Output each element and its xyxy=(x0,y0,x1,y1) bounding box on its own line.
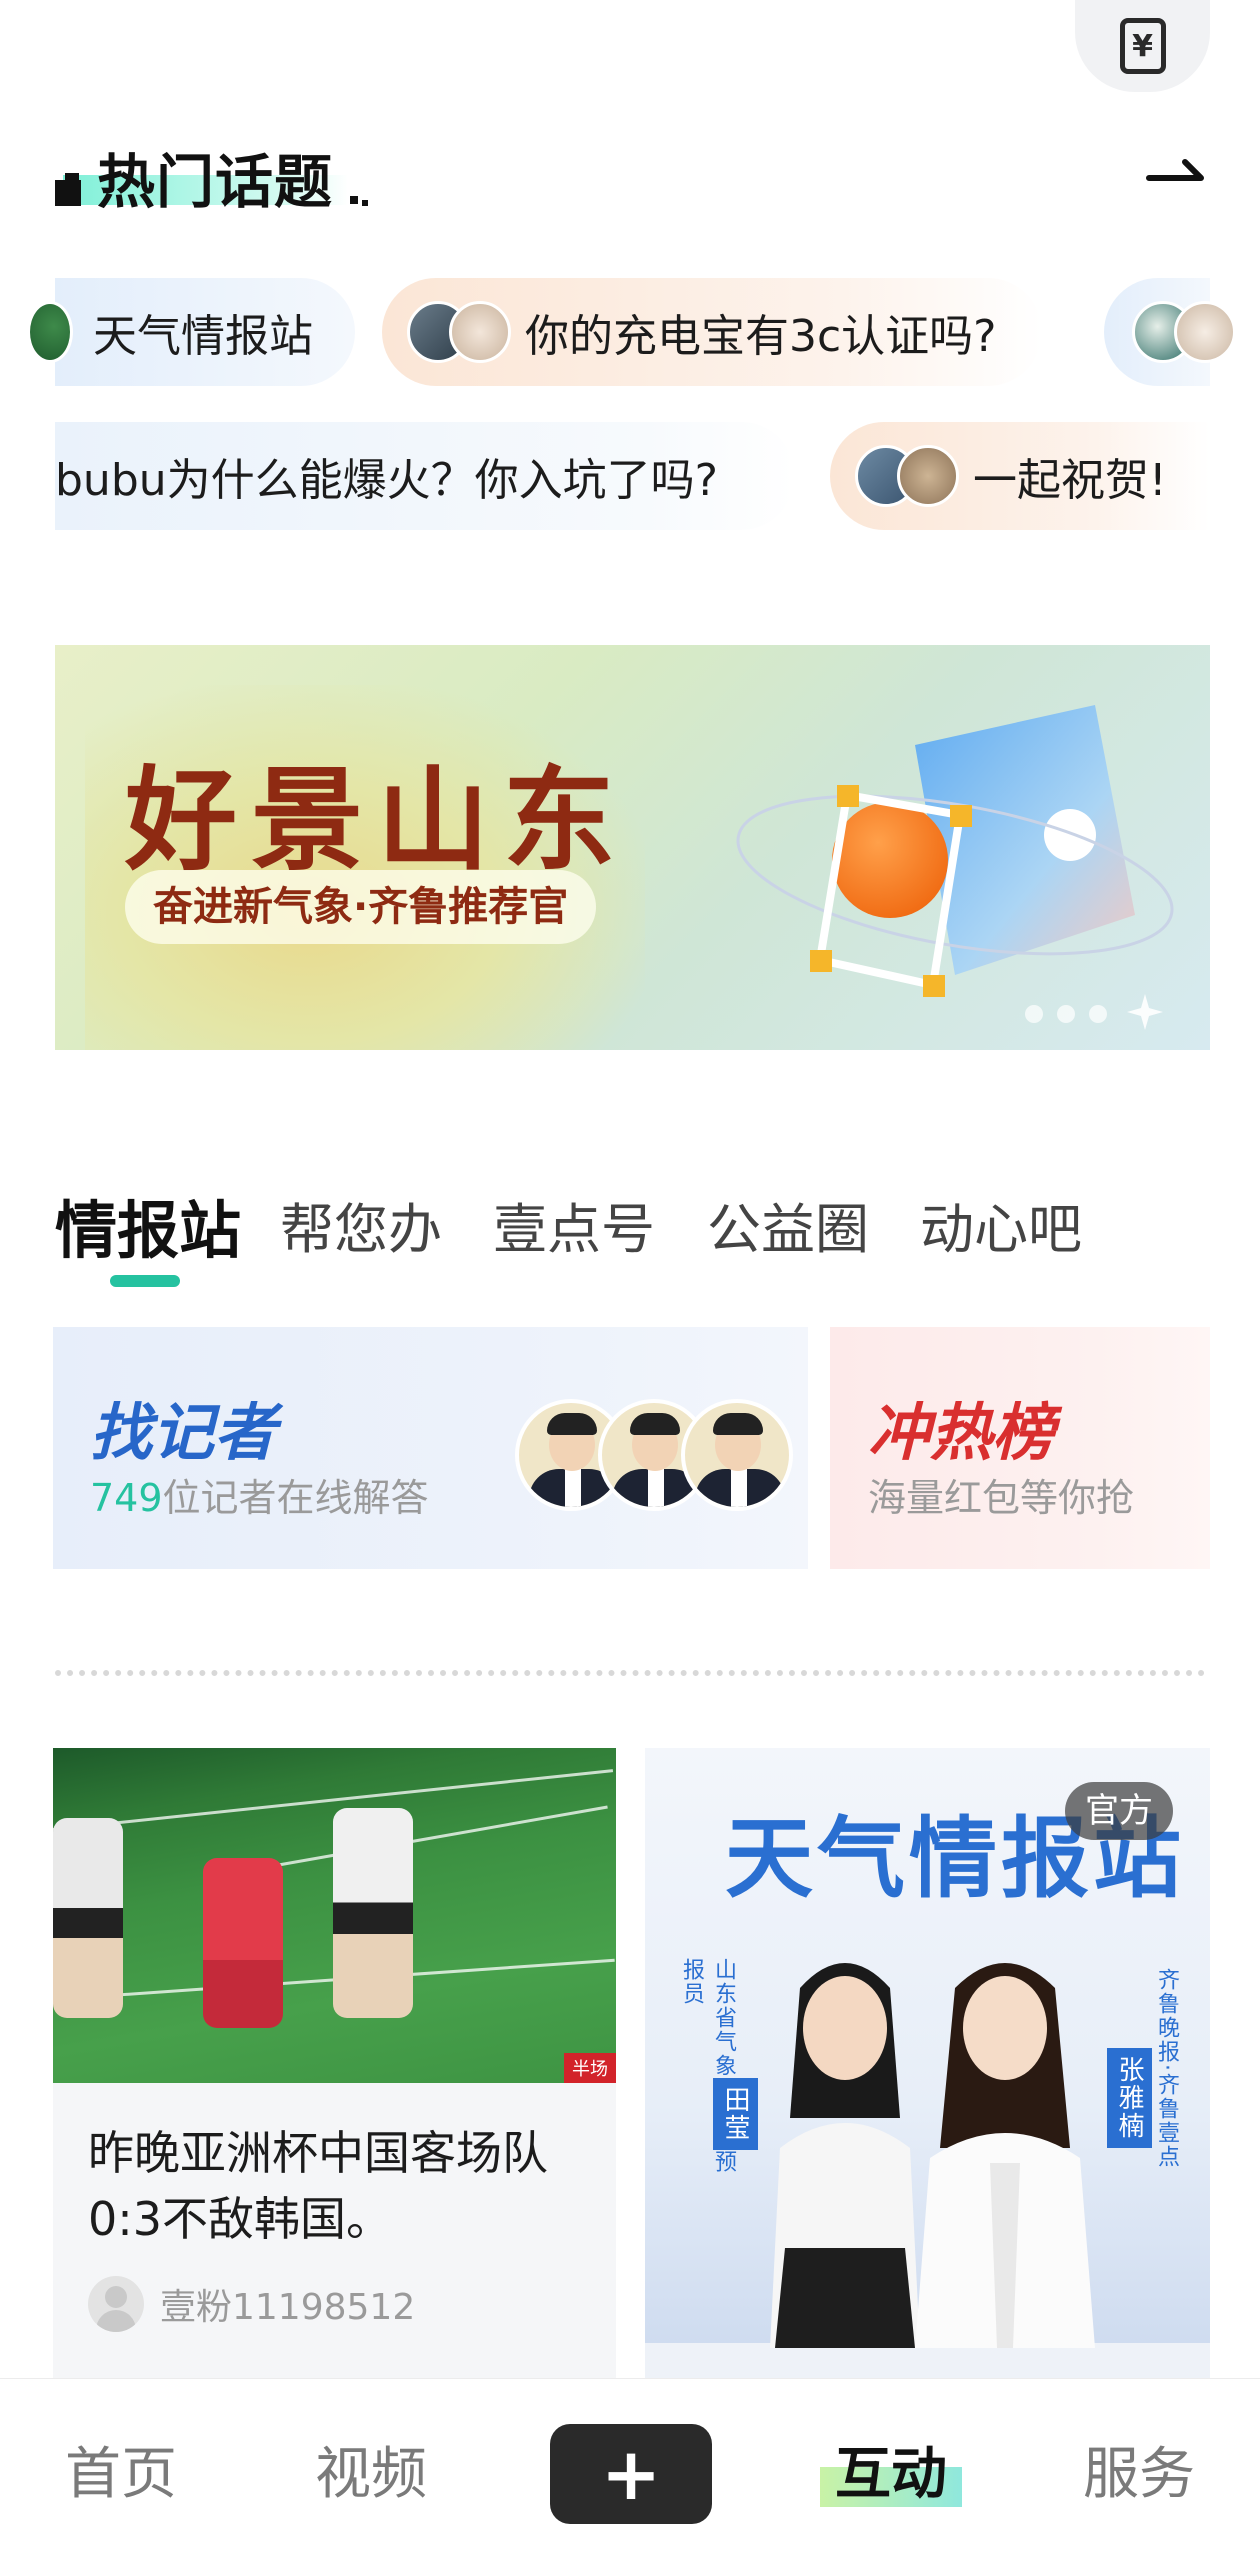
sparkle-icon xyxy=(1127,994,1163,1030)
title-pixel-decoration xyxy=(350,196,358,204)
banner-pagination xyxy=(1025,1005,1107,1023)
nav-video[interactable]: 视频 xyxy=(315,2429,427,2510)
topic-pill-power-bank[interactable]: 你的充电宝有3c认证吗? xyxy=(382,278,1042,386)
pagination-dot xyxy=(1057,1005,1075,1023)
author-name: 壹粉11198512 xyxy=(160,2287,416,2328)
yuan-wallet-icon: ¥ xyxy=(1119,18,1166,74)
dotted-divider xyxy=(55,1670,1205,1676)
reporter-count-label: 位记者在线解答 xyxy=(162,1476,429,1520)
promo-banner[interactable]: 好景山东 奋进新气象·齐鲁推荐官 xyxy=(55,645,1210,1050)
avatar xyxy=(27,301,73,363)
avatar xyxy=(1174,301,1236,363)
pagination-dot xyxy=(1089,1005,1107,1023)
feed-author: 壹粉11198512 xyxy=(88,2276,415,2332)
pagination-dot xyxy=(1025,1005,1043,1023)
nav-service[interactable]: 服务 xyxy=(1083,2429,1195,2510)
hot-topics-header: 热门话题 xyxy=(55,130,385,220)
tab-help-you[interactable]: 帮您办 xyxy=(280,1185,442,1264)
active-tab-indicator xyxy=(110,1275,180,1287)
reporter-avatar xyxy=(681,1399,793,1511)
topic-label: 天气情报站 xyxy=(93,311,313,362)
tab-intel-station[interactable]: 情报站 xyxy=(55,1180,241,1270)
poster-caption: 齐鲁晚报·齐鲁壹点 xyxy=(1154,1968,1179,2169)
card-title: 找记者 xyxy=(90,1396,277,1469)
feed-card[interactable]: 天气情报站 官方 山东省气象台首席预报员 田莹 齐鲁晚报·齐鲁壹点 张雅楠 xyxy=(645,1748,1210,2388)
tab-yidian-account[interactable]: 壹点号 xyxy=(493,1185,655,1264)
card-subtitle: 海量红包等你抢 xyxy=(868,1476,1135,1520)
hot-ranking-card[interactable]: 冲热榜 海量红包等你抢 xyxy=(830,1327,1210,1569)
banner-subtitle: 奋进新气象·齐鲁推荐官 xyxy=(125,870,597,944)
banner-title: 好景山东 xyxy=(125,755,629,886)
nav-home[interactable]: 首页 xyxy=(65,2429,177,2510)
title-pixel-decoration xyxy=(362,200,368,206)
topic-label: 你的充电宝有3c认证吗? xyxy=(525,311,997,362)
avatar xyxy=(449,301,511,363)
image-tag: 半场 xyxy=(564,2053,616,2083)
poster-caption: 山东省气象台首席预报员 xyxy=(679,1958,736,2174)
topic-pill-partial[interactable] xyxy=(1104,278,1236,386)
nav-interact[interactable]: 互动 xyxy=(835,2429,947,2510)
card-title: 冲热榜 xyxy=(868,1396,1055,1469)
presenter-figure xyxy=(915,1963,1095,2348)
official-badge: 官方 xyxy=(1065,1782,1173,1840)
topic-label: bubu为什么能爆火？你入坑了吗? xyxy=(55,455,718,506)
avatar xyxy=(897,445,959,507)
weather-station-poster: 天气情报站 官方 山东省气象台首席预报员 田莹 齐鲁晚报·齐鲁壹点 张雅楠 xyxy=(645,1748,1210,2348)
feed-card[interactable]: 半场 昨晚亚洲杯中国客场队 0:3不敌韩国。 壹粉11198512 xyxy=(53,1748,616,2388)
bottom-navigation: 首页 视频 + 互动 服务 xyxy=(0,2378,1260,2556)
reporter-count: 749 xyxy=(90,1476,163,1520)
presenter-name: 张雅楠 xyxy=(1107,2048,1152,2148)
title-pixel-decoration xyxy=(65,173,79,187)
topic-pill-bubu[interactable]: bubu为什么能爆火？你入坑了吗? xyxy=(55,422,795,530)
avatar xyxy=(88,2276,144,2332)
topic-pill-weather[interactable]: 天气情报站 xyxy=(27,278,355,386)
hot-topics-title: 热门话题 xyxy=(97,148,334,216)
tab-heartbeat-bar[interactable]: 动心吧 xyxy=(920,1185,1082,1264)
banner-3d-illustration xyxy=(736,705,1174,997)
tab-charity-circle[interactable]: 公益圈 xyxy=(707,1185,869,1264)
topic-label: 一起祝贺! xyxy=(973,455,1167,506)
football-match-image: 半场 xyxy=(53,1748,616,2083)
create-post-button[interactable]: + xyxy=(550,2424,712,2524)
topic-pill-congrats[interactable]: 一起祝贺! xyxy=(830,422,1210,530)
arrow-right-icon[interactable] xyxy=(1145,148,1207,188)
card-subtitle: 749位记者在线解答 xyxy=(90,1467,429,1522)
feed-title: 昨晚亚洲杯中国客场队 0:3不敌韩国。 xyxy=(88,2126,548,2246)
wallet-button[interactable]: ¥ xyxy=(1075,0,1210,92)
find-reporter-card[interactable]: 找记者 749位记者在线解答 xyxy=(53,1327,808,1569)
